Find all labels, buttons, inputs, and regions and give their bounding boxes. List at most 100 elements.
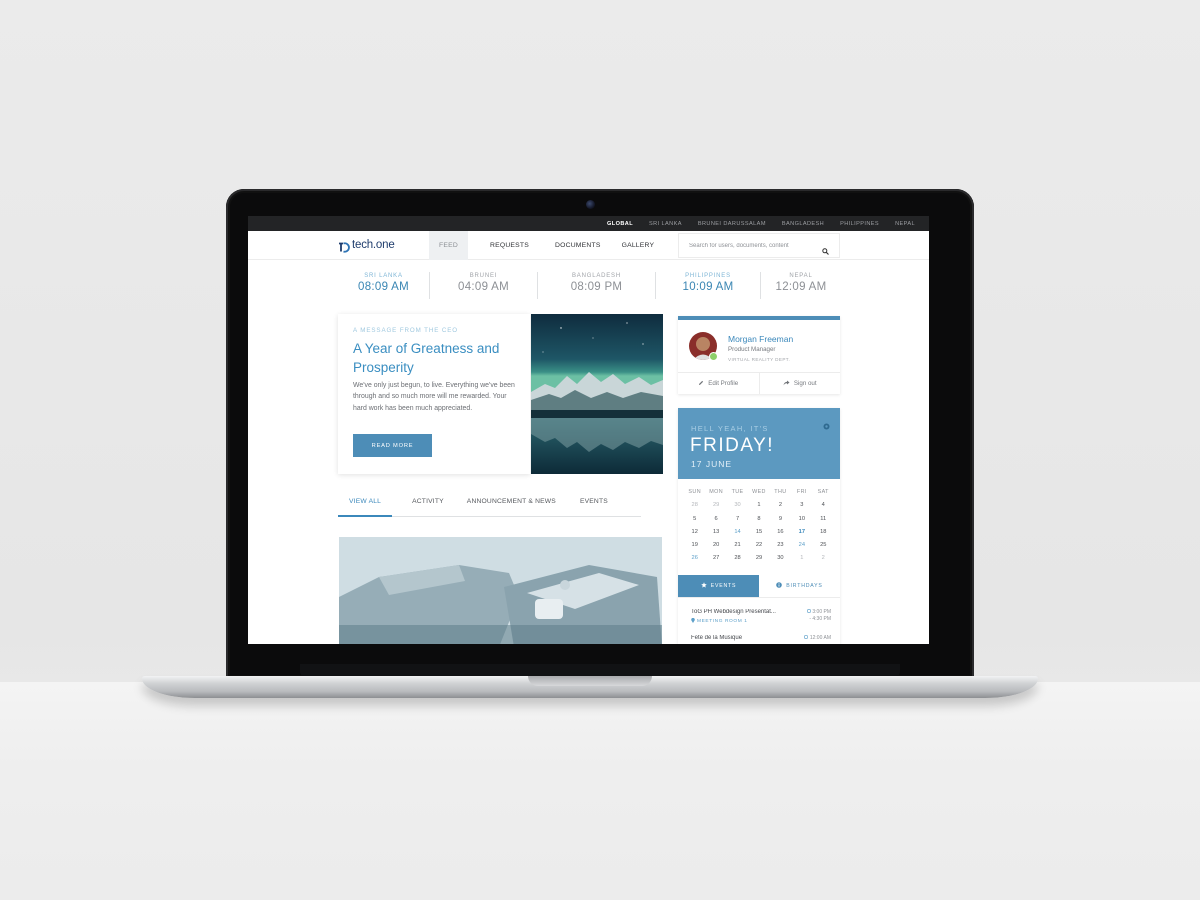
- calendar-day-today[interactable]: 17: [791, 526, 812, 539]
- clock-time: 08:09 AM: [358, 281, 409, 293]
- region-link-brunei[interactable]: BRUNEI DARUSSALAM: [698, 221, 766, 227]
- nav-item-feed[interactable]: FEED: [429, 231, 468, 260]
- calendar-day[interactable]: 22: [748, 539, 769, 552]
- gear-icon[interactable]: [823, 417, 830, 435]
- calendar-day[interactable]: 8: [748, 513, 769, 526]
- calendar-day[interactable]: 10: [791, 513, 812, 526]
- nav-links: FEED REQUESTS DOCUMENTS GALLERY: [429, 231, 654, 260]
- calendar-day[interactable]: 12: [684, 526, 705, 539]
- calendar-week-row: 12 13 14 15 16 17 18: [684, 526, 834, 539]
- search-input[interactable]: [689, 242, 819, 249]
- calendar-day[interactable]: 11: [813, 513, 834, 526]
- calendar-day[interactable]: 2: [813, 552, 834, 565]
- tab-view-all[interactable]: VIEW ALL: [338, 492, 393, 517]
- nav-item-requests[interactable]: REQUESTS: [490, 231, 529, 260]
- calendar-day[interactable]: 30: [727, 499, 748, 512]
- calendar-day[interactable]: 25: [813, 539, 834, 552]
- calendar-week-row: 19 20 21 22 23 24 25: [684, 539, 834, 552]
- calendar-day[interactable]: 4: [813, 499, 834, 512]
- laptop-screen: GLOBAL SRI LANKA BRUNEI DARUSSALAM BANGL…: [248, 216, 929, 644]
- event-item[interactable]: Fete de la Musique 12:00 AM: [691, 634, 831, 642]
- search-icon[interactable]: [822, 242, 829, 260]
- read-more-button[interactable]: READ MORE: [353, 434, 432, 457]
- calendar-day[interactable]: 6: [705, 513, 726, 526]
- message-body: We've only just begun, to live. Everythi…: [353, 382, 515, 412]
- calendar-week-row: 28 29 30 1 2 3 4: [684, 499, 834, 512]
- profile-department: VIRTUAL REALITY DEPT.: [728, 357, 791, 362]
- calendar-day[interactable]: 27: [705, 552, 726, 565]
- calendar-week-row: 26 27 28 29 30 1 2: [684, 552, 834, 565]
- calendar-day[interactable]: 23: [770, 539, 791, 552]
- edit-profile-button[interactable]: Edit Profile: [678, 373, 759, 394]
- region-link-global[interactable]: GLOBAL: [607, 221, 633, 227]
- calendar-day[interactable]: 1: [748, 499, 769, 512]
- calendar-day[interactable]: 30: [770, 552, 791, 565]
- calendar-day[interactable]: 15: [748, 526, 769, 539]
- aurora-mountain-photo: [531, 314, 663, 474]
- calendar-eyebrow: HELL YEAH, IT'S: [691, 424, 769, 433]
- calendar-day[interactable]: 1: [791, 552, 812, 565]
- event-time-start: 3:00 PM: [806, 608, 831, 616]
- event-location-label: MEETING ROOM 1: [697, 619, 748, 624]
- calendar-day[interactable]: 14: [727, 526, 748, 539]
- tab-activity[interactable]: ACTIVITY: [412, 492, 444, 517]
- calendar-day[interactable]: 2: [770, 499, 791, 512]
- sign-out-label: Sign out: [793, 380, 817, 387]
- calendar-day-word: FRIDAY!: [690, 435, 775, 456]
- tab-events[interactable]: EVENTS: [580, 492, 608, 517]
- calendar-grid: SUN MON TUE WED THU FRI SAT 28 29 30 1 2…: [684, 486, 834, 566]
- calendar-day[interactable]: 9: [770, 513, 791, 526]
- clock-sri-lanka: SRI LANKA 08:09 AM: [338, 272, 429, 299]
- calendar-day[interactable]: 28: [684, 499, 705, 512]
- info-icon: [776, 582, 783, 590]
- event-time: 12:00 AM: [804, 634, 831, 642]
- star-icon: [700, 582, 707, 590]
- birthdays-tab-label: BIRTHDAYS: [786, 583, 823, 589]
- region-link-philippines[interactable]: PHILIPPINES: [840, 221, 879, 227]
- logo[interactable]: tech.one: [338, 239, 395, 253]
- clock-city: BANGLADESH: [571, 273, 621, 279]
- edit-profile-label: Edit Profile: [708, 380, 739, 387]
- profile-actions: Edit Profile Sign out: [678, 372, 840, 394]
- webcam: [586, 200, 595, 209]
- weekday-label: MON: [709, 489, 724, 495]
- calendar-day[interactable]: 21: [727, 539, 748, 552]
- nav-item-documents[interactable]: DOCUMENTS: [555, 231, 601, 260]
- region-bar: GLOBAL SRI LANKA BRUNEI DARUSSALAM BANGL…: [248, 216, 929, 231]
- calendar-day[interactable]: 29: [748, 552, 769, 565]
- calendar-day[interactable]: 24: [791, 539, 812, 552]
- calendar-day[interactable]: 29: [705, 499, 726, 512]
- region-link-sri-lanka[interactable]: SRI LANKA: [649, 221, 682, 227]
- calendar-day[interactable]: 7: [727, 513, 748, 526]
- world-clocks: SRI LANKA 08:09 AM BRUNEI 04:09 AM BANGL…: [338, 272, 841, 299]
- events-tab-label: EVENTS: [710, 583, 737, 589]
- calendar-day[interactable]: 19: [684, 539, 705, 552]
- region-link-bangladesh[interactable]: BANGLADESH: [782, 221, 824, 227]
- region-link-nepal[interactable]: NEPAL: [895, 221, 915, 227]
- tab-announcement-news[interactable]: ANNOUNCEMENT & NEWS: [467, 492, 556, 517]
- clock-time: 04:09 AM: [458, 281, 509, 293]
- calendar-day[interactable]: 13: [705, 526, 726, 539]
- weekday-label: THU: [774, 489, 787, 495]
- profile-name[interactable]: Morgan Freeman: [728, 334, 793, 344]
- calendar-day[interactable]: 18: [813, 526, 834, 539]
- clock-city: SRI LANKA: [364, 273, 403, 279]
- calendar-day[interactable]: 28: [727, 552, 748, 565]
- tab-calendar-birthdays[interactable]: BIRTHDAYS: [759, 575, 840, 597]
- calendar-day[interactable]: 3: [791, 499, 812, 512]
- tab-calendar-events[interactable]: EVENTS: [678, 575, 759, 597]
- calendar-day[interactable]: 5: [684, 513, 705, 526]
- calendar-day[interactable]: 16: [770, 526, 791, 539]
- nav-item-gallery[interactable]: GALLERY: [622, 231, 655, 260]
- calendar-weekday-row: SUN MON TUE WED THU FRI SAT: [684, 486, 834, 499]
- calendar-day[interactable]: 20: [705, 539, 726, 552]
- feed-post-image[interactable]: [339, 537, 662, 644]
- event-item[interactable]: ToG PH Webdesign Presentat... MEETING RO…: [691, 608, 831, 625]
- clock-time: 10:09 AM: [682, 281, 734, 293]
- weekday-label: SUN: [688, 489, 701, 495]
- sign-out-button[interactable]: Sign out: [758, 373, 841, 394]
- logo-text: tech.one: [352, 239, 395, 251]
- calendar-day[interactable]: 26: [684, 552, 705, 565]
- event-title: ToG PH Webdesign Presentat...: [691, 609, 776, 615]
- message-title[interactable]: A Year of Greatness and Prosperity: [353, 339, 523, 377]
